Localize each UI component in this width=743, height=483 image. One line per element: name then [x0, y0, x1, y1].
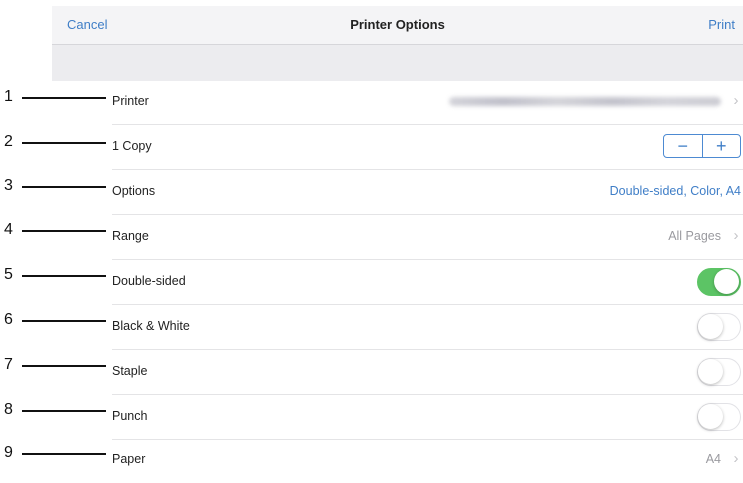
options-label: Options — [112, 184, 156, 198]
navigation-bar: Cancel Printer Options Print — [52, 6, 743, 44]
printer-options-sheet: Cancel Printer Options Print Printer › 1… — [52, 6, 743, 474]
callout-6: 6 — [0, 310, 110, 330]
staple-toggle[interactable] — [697, 358, 741, 386]
callout-2: 2 — [0, 132, 110, 152]
callout-8: 8 — [0, 400, 110, 420]
increment-button[interactable]: + — [701, 135, 741, 157]
callout-number: 1 — [4, 88, 13, 105]
callout-7: 7 — [0, 355, 110, 375]
chevron-right-icon: › — [733, 227, 739, 244]
callout-number: 8 — [4, 401, 13, 418]
row-punch: Punch — [112, 395, 743, 440]
row-copies: 1 Copy − + — [112, 125, 743, 170]
copies-label: 1 Copy — [112, 139, 152, 153]
decrement-button[interactable]: − — [664, 135, 702, 157]
printer-label: Printer — [112, 94, 149, 108]
callout-number: 3 — [4, 177, 13, 194]
callout-1: 1 — [0, 87, 110, 107]
range-value: All Pages — [668, 229, 721, 243]
callout-line — [22, 320, 106, 322]
callout-number: 5 — [4, 266, 13, 283]
callout-line — [22, 275, 106, 277]
punch-label: Punch — [112, 409, 148, 423]
staple-label: Staple — [112, 364, 148, 378]
callout-5: 5 — [0, 265, 110, 285]
callout-number: 6 — [4, 311, 13, 328]
copies-stepper: − + — [663, 134, 741, 158]
toggle-knob — [698, 314, 723, 339]
callout-line — [22, 97, 106, 99]
callout-number: 2 — [4, 133, 13, 150]
options-value: Double-sided, Color, A4 — [609, 184, 741, 198]
callout-line — [22, 142, 106, 144]
callout-number: 9 — [4, 444, 13, 461]
callout-line — [22, 230, 106, 232]
row-range[interactable]: Range All Pages › — [112, 215, 743, 260]
range-label: Range — [112, 229, 149, 243]
callout-line — [22, 186, 106, 188]
page-title: Printer Options — [350, 17, 445, 32]
callout-line — [22, 453, 106, 455]
toggle-knob — [698, 359, 723, 384]
callout-line — [22, 365, 106, 367]
punch-toggle[interactable] — [697, 403, 741, 431]
print-button[interactable]: Print — [708, 17, 735, 32]
toggle-knob — [698, 404, 723, 429]
callout-9: 9 — [0, 443, 110, 463]
section-header — [52, 44, 743, 81]
double-sided-label: Double-sided — [112, 274, 186, 288]
chevron-right-icon: › — [733, 450, 739, 467]
row-printer[interactable]: Printer › — [112, 80, 743, 125]
callout-4: 4 — [0, 220, 110, 240]
row-black-white: Black & White — [112, 305, 743, 350]
black-white-label: Black & White — [112, 319, 190, 333]
callout-number: 7 — [4, 356, 13, 373]
double-sided-toggle[interactable] — [697, 268, 741, 296]
row-double-sided: Double-sided — [112, 260, 743, 305]
row-paper[interactable]: Paper A4 › — [112, 438, 743, 483]
callout-3: 3 — [0, 176, 110, 196]
paper-value: A4 — [705, 452, 721, 466]
callout-number: 4 — [4, 221, 13, 238]
callout-line — [22, 410, 106, 412]
paper-label: Paper — [112, 452, 146, 466]
row-options[interactable]: Options Double-sided, Color, A4 — [112, 170, 743, 215]
chevron-right-icon: › — [733, 92, 739, 109]
black-white-toggle[interactable] — [697, 313, 741, 341]
printer-name-redacted — [449, 97, 721, 106]
toggle-knob — [714, 269, 739, 294]
row-staple: Staple — [112, 350, 743, 395]
